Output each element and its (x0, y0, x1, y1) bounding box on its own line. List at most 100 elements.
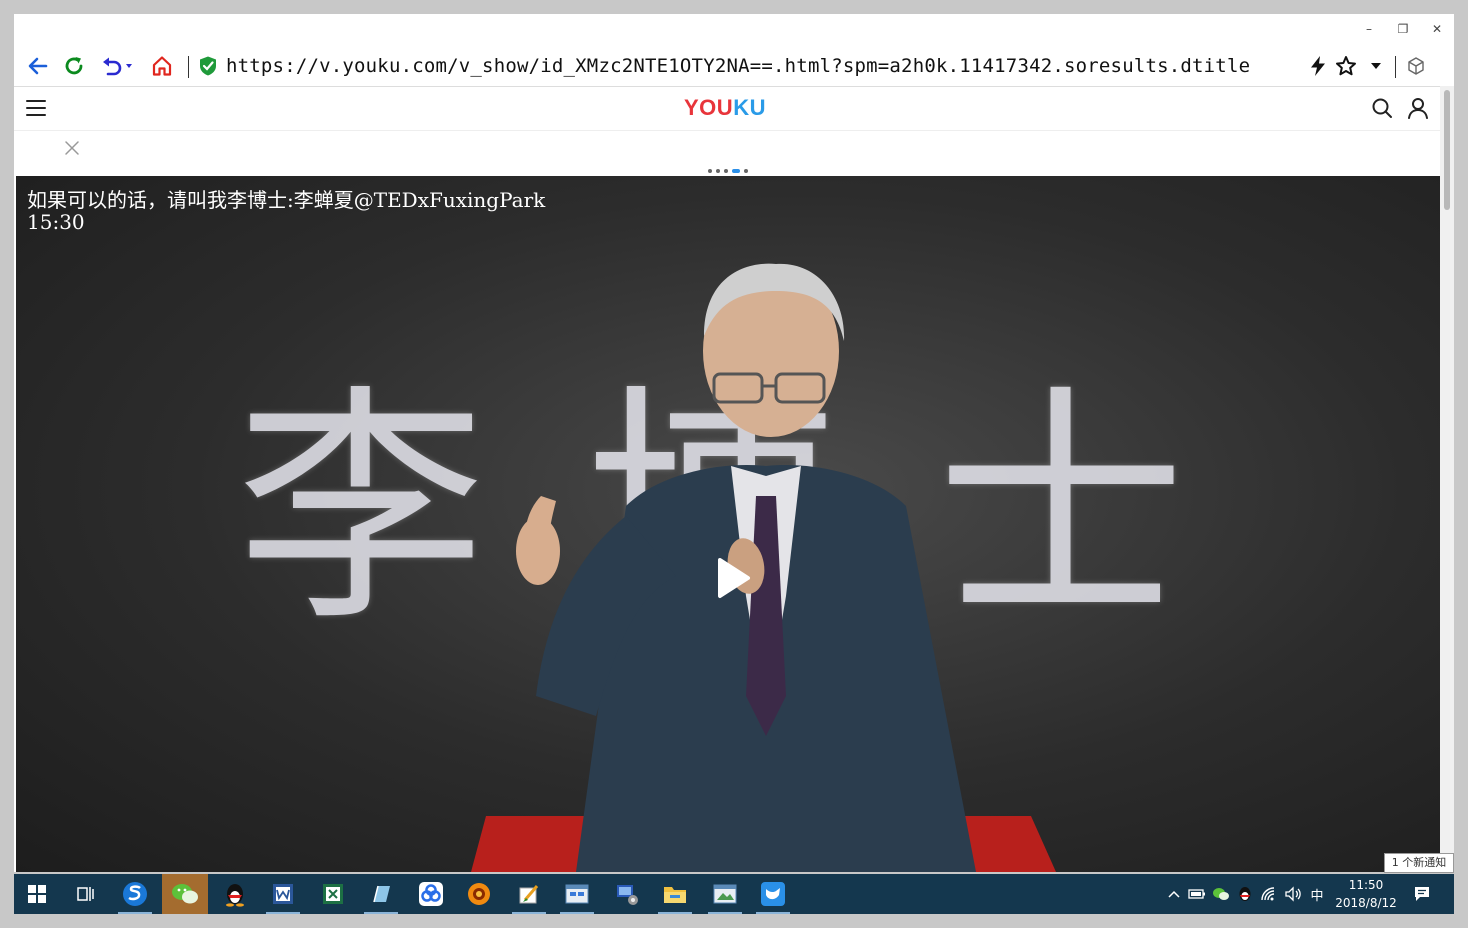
clock-date: 2018/8/12 (1335, 896, 1397, 910)
reload-button[interactable] (60, 52, 88, 80)
carousel-dot[interactable] (708, 169, 712, 173)
taskbar-feishu[interactable] (750, 874, 796, 914)
taskbar-sogou-browser[interactable] (112, 874, 158, 914)
minimize-button[interactable]: – (1354, 19, 1384, 39)
youku-header: YOUKU (14, 86, 1440, 131)
search-icon (1372, 98, 1392, 118)
qq-penguin-icon (226, 884, 244, 907)
browser-toolbar: https://v.youku.com/v_show/id_XMzc2NTE1O… (14, 48, 1454, 86)
carousel-dot[interactable] (744, 169, 748, 173)
toolbar-separator (1395, 56, 1396, 78)
taskbar-word[interactable] (260, 874, 306, 914)
notebook-icon (373, 885, 390, 903)
task-view-button[interactable] (62, 874, 108, 914)
browser-window: – ❐ ✕ https://v.youku.com/v_show/id_XMzc… (14, 14, 1454, 872)
carousel-dot[interactable] (716, 169, 720, 173)
notification-icon (1415, 887, 1429, 901)
home-button[interactable] (148, 52, 176, 80)
taskbar-file-explorer[interactable] (652, 874, 698, 914)
tray-qq[interactable] (1234, 874, 1256, 914)
search-button[interactable] (1368, 94, 1396, 122)
computer-monitor-icon (617, 885, 638, 905)
bookmark-menu-button[interactable] (1362, 52, 1390, 80)
carousel-dot-active[interactable] (732, 169, 740, 173)
wechat-icon (172, 884, 198, 904)
vertical-scrollbar[interactable] (1440, 86, 1454, 872)
tray-ime[interactable]: 中 (1306, 874, 1328, 914)
speed-mode-button[interactable] (1304, 52, 1332, 80)
taskbar-media-player[interactable] (456, 874, 502, 914)
carousel-indicator (708, 169, 748, 173)
taskbar-photo-viewer[interactable] (702, 874, 748, 914)
close-window-button[interactable]: ✕ (1422, 19, 1452, 39)
wifi-icon (1261, 887, 1275, 901)
speaker-icon (1285, 886, 1301, 902)
star-icon (1336, 56, 1356, 76)
taskbar-excel[interactable] (310, 874, 356, 914)
user-icon (1408, 98, 1428, 119)
play-button[interactable] (714, 556, 754, 600)
folder-icon (664, 887, 686, 903)
excel-icon (323, 884, 343, 904)
restore-button[interactable]: ❐ (1388, 19, 1418, 39)
taskbar-qq[interactable] (212, 874, 258, 914)
security-indicator[interactable] (194, 52, 222, 80)
close-icon (65, 141, 79, 155)
logo-part-you: YOU (684, 95, 734, 120)
cloud-rings-icon (419, 882, 443, 906)
video-player[interactable]: 李 博 士 如果可以的话，请叫我李博士:李蝉夏@TEDxFuxingPark 1… (16, 176, 1440, 872)
promo-banner (14, 131, 1440, 176)
undo-icon (103, 57, 132, 76)
taskbar-control-panel[interactable] (554, 874, 600, 914)
taskbar-wechat[interactable] (162, 874, 208, 914)
extensions-button[interactable] (1402, 52, 1430, 80)
back-button[interactable] (24, 52, 52, 80)
close-banner-button[interactable] (58, 134, 86, 162)
title-bar: – ❐ ✕ (14, 14, 1454, 44)
system-clock[interactable]: 11:50 2018/8/12 (1332, 876, 1400, 912)
tray-wechat[interactable] (1210, 874, 1232, 914)
youku-logo[interactable]: YOUKU (684, 95, 766, 121)
user-button[interactable] (1404, 94, 1432, 122)
taskbar: 中 11:50 2018/8/12 (14, 874, 1454, 914)
video-duration: 15:30 (27, 210, 85, 234)
tray-overflow-button[interactable] (1164, 874, 1184, 914)
shield-check-icon (200, 56, 216, 76)
toolbar-separator (188, 56, 189, 78)
qq-penguin-icon (1239, 887, 1251, 901)
taskbar-notes[interactable] (358, 874, 404, 914)
scroll-thumb[interactable] (1444, 90, 1450, 210)
tray-network[interactable] (1258, 874, 1280, 914)
notification-toast[interactable]: 1 个新通知 (1384, 853, 1454, 873)
start-button[interactable] (14, 874, 60, 914)
speaker-figure (471, 263, 1056, 872)
taskbar-remote-desktop[interactable] (604, 874, 650, 914)
logo-part-ku: KU (733, 95, 766, 120)
bookmark-button[interactable] (1332, 52, 1360, 80)
tray-battery[interactable] (1186, 874, 1208, 914)
menu-button[interactable] (22, 94, 50, 122)
video-title: 如果可以的话，请叫我李博士:李蝉夏@TEDxFuxingPark (27, 188, 546, 212)
cube-icon (1408, 57, 1424, 75)
carousel-dot[interactable] (724, 169, 728, 173)
sun-flower-icon (468, 883, 490, 905)
paint-brush-icon (519, 885, 539, 904)
chevron-up-icon (1168, 890, 1180, 898)
bird-app-icon (761, 882, 785, 906)
home-icon (152, 56, 172, 76)
action-center-button[interactable] (1404, 874, 1440, 914)
lightning-icon (1311, 56, 1325, 76)
page-viewport: YOUKU 李 博 士 (14, 86, 1440, 872)
tray-volume[interactable] (1282, 874, 1304, 914)
undo-close-tab-button[interactable] (98, 52, 138, 80)
reload-icon (65, 57, 83, 75)
windows-logo-icon (28, 885, 46, 903)
task-view-icon (77, 887, 94, 901)
address-bar[interactable]: https://v.youku.com/v_show/id_XMzc2NTE1O… (226, 53, 1250, 79)
taskbar-baidu-netdisk[interactable] (408, 874, 454, 914)
picture-window-icon (713, 884, 737, 904)
caret-down-icon (1371, 63, 1381, 69)
wechat-icon (1213, 888, 1229, 900)
clock-time: 11:50 (1348, 878, 1384, 892)
taskbar-paint[interactable] (506, 874, 552, 914)
